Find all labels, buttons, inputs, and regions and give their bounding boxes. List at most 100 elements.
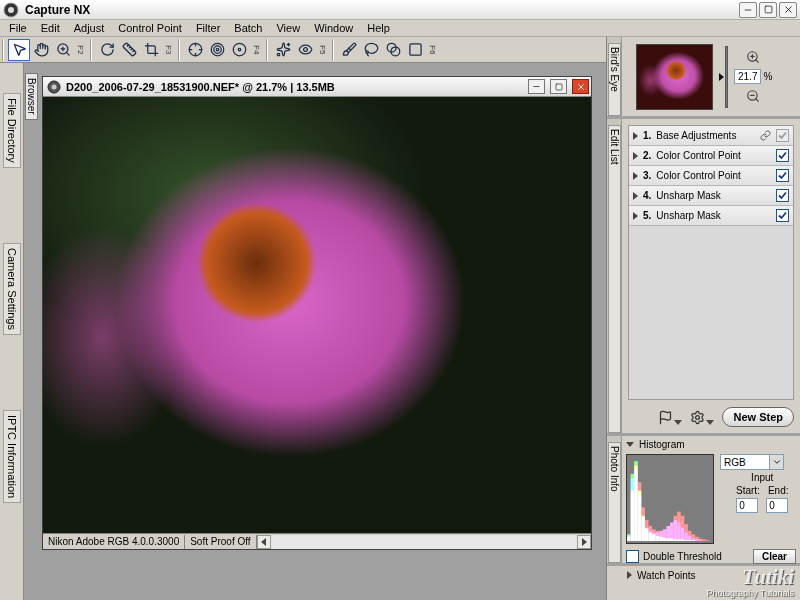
document-minimize-button[interactable] — [528, 79, 545, 94]
tool-button[interactable] — [404, 39, 426, 61]
channel-select[interactable]: RGB — [720, 454, 784, 470]
tool-button[interactable] — [360, 39, 382, 61]
tool-group-label: F6 — [428, 45, 437, 54]
expand-icon[interactable] — [633, 132, 638, 140]
horizontal-scrollbar[interactable] — [271, 535, 577, 549]
checkbox[interactable] — [776, 129, 789, 142]
tool-group-label: F3 — [164, 45, 173, 54]
dock-tab[interactable]: IPTC Information — [3, 410, 21, 503]
menu-item[interactable]: Edit — [34, 20, 67, 36]
expand-icon[interactable] — [633, 192, 638, 200]
side-tab[interactable]: Edit List — [607, 119, 622, 433]
watermark-subtitle: Photography Tutorials — [706, 588, 794, 598]
tool-button[interactable] — [184, 39, 206, 61]
clear-button[interactable]: Clear — [753, 549, 796, 564]
input-label: Input — [751, 472, 773, 483]
step-row[interactable]: 5.Unsharp Mask — [629, 206, 793, 226]
checkbox[interactable] — [776, 209, 789, 222]
tool-button[interactable] — [382, 39, 404, 61]
histogram-bar — [659, 531, 663, 541]
step-row[interactable]: 2.Color Control Point — [629, 146, 793, 166]
step-name: Color Control Point — [656, 170, 771, 181]
double-threshold-option[interactable]: Double Threshold — [626, 550, 722, 563]
menu-item[interactable]: Help — [360, 20, 397, 36]
menu-item[interactable]: Filter — [189, 20, 227, 36]
expand-icon[interactable] — [633, 212, 638, 220]
edit-list-footer: New Step — [628, 404, 794, 430]
tool-button[interactable] — [272, 39, 294, 61]
soft-proof-status[interactable]: Soft Proof Off — [185, 535, 256, 549]
zoom-in-icon[interactable] — [746, 50, 760, 64]
new-step-button[interactable]: New Step — [722, 407, 794, 427]
tool-icon — [144, 42, 159, 57]
tool-group: F2 — [2, 39, 87, 61]
dropdown-icon — [674, 420, 682, 425]
menu-item[interactable]: Window — [307, 20, 360, 36]
histogram-bar — [670, 523, 674, 541]
histogram-bar — [631, 478, 635, 541]
close-icon — [576, 82, 586, 92]
start-field[interactable]: 0 — [736, 498, 758, 513]
side-tab[interactable]: Photo Info — [607, 436, 622, 563]
tool-button[interactable] — [206, 39, 228, 61]
histogram-header[interactable]: Histogram — [626, 437, 796, 452]
tool-button[interactable] — [228, 39, 250, 61]
birds-eye-thumbnail[interactable] — [636, 44, 713, 110]
step-row[interactable]: 1.Base Adjustments — [629, 126, 793, 146]
checkbox[interactable] — [776, 169, 789, 182]
document-close-button[interactable] — [572, 79, 589, 94]
expand-icon[interactable] — [633, 172, 638, 180]
histogram-bar — [649, 526, 653, 541]
arrow-right-icon — [582, 538, 587, 546]
tool-button[interactable] — [30, 39, 52, 61]
zoom-slider[interactable] — [719, 46, 728, 108]
end-field[interactable]: 0 — [766, 498, 788, 513]
step-number: 1. — [643, 130, 651, 141]
tool-button[interactable] — [52, 39, 74, 61]
slider-marker-icon — [719, 73, 724, 81]
side-tab[interactable]: Bird's Eye — [607, 37, 622, 116]
tool-button[interactable] — [338, 39, 360, 61]
histogram-title: Histogram — [639, 439, 685, 450]
photo[interactable] — [43, 97, 591, 533]
histogram-bar — [634, 465, 638, 541]
tool-button[interactable] — [96, 39, 118, 61]
zoom-out-icon[interactable] — [746, 89, 760, 103]
maximize-button[interactable] — [759, 2, 777, 18]
scroll-left-button[interactable] — [257, 535, 271, 549]
link-icon — [760, 130, 771, 141]
menu-item[interactable]: Batch — [227, 20, 269, 36]
close-button[interactable] — [779, 2, 797, 18]
checkbox[interactable] — [776, 149, 789, 162]
tool-group-label: F2 — [76, 45, 85, 54]
scroll-right-button[interactable] — [577, 535, 591, 549]
minimize-button[interactable] — [739, 2, 757, 18]
watch-points-header[interactable]: Watch Points — [607, 566, 800, 584]
menu-item[interactable]: Adjust — [67, 20, 112, 36]
tool-icon — [232, 42, 247, 57]
menu-item[interactable]: Control Point — [111, 20, 189, 36]
input-fields-row: 00 — [736, 498, 788, 513]
flag-button[interactable] — [658, 410, 682, 425]
menu-item[interactable]: View — [269, 20, 307, 36]
tool-button[interactable] — [140, 39, 162, 61]
histogram-bar — [638, 495, 642, 541]
checkbox[interactable] — [776, 189, 789, 202]
zoom-field[interactable]: 21.7 — [734, 69, 761, 84]
step-row[interactable]: 3.Color Control Point — [629, 166, 793, 186]
histogram-bar — [709, 541, 713, 542]
checkbox[interactable] — [626, 550, 639, 563]
tool-button[interactable] — [118, 39, 140, 61]
birds-eye-panel: Bird's Eye21.7% — [607, 37, 800, 119]
document-maximize-button[interactable] — [550, 79, 567, 94]
tool-button[interactable] — [294, 39, 316, 61]
step-row[interactable]: 4.Unsharp Mask — [629, 186, 793, 206]
menu-item[interactable]: File — [2, 20, 34, 36]
expand-icon[interactable] — [633, 152, 638, 160]
dock-tab[interactable]: Camera Settings — [3, 243, 21, 335]
settings-button[interactable] — [690, 410, 714, 425]
tool-icon — [408, 42, 423, 57]
browser-tab[interactable]: Browser — [25, 73, 38, 120]
dock-tab[interactable]: File Directory — [3, 93, 21, 168]
tool-button[interactable] — [8, 39, 30, 61]
